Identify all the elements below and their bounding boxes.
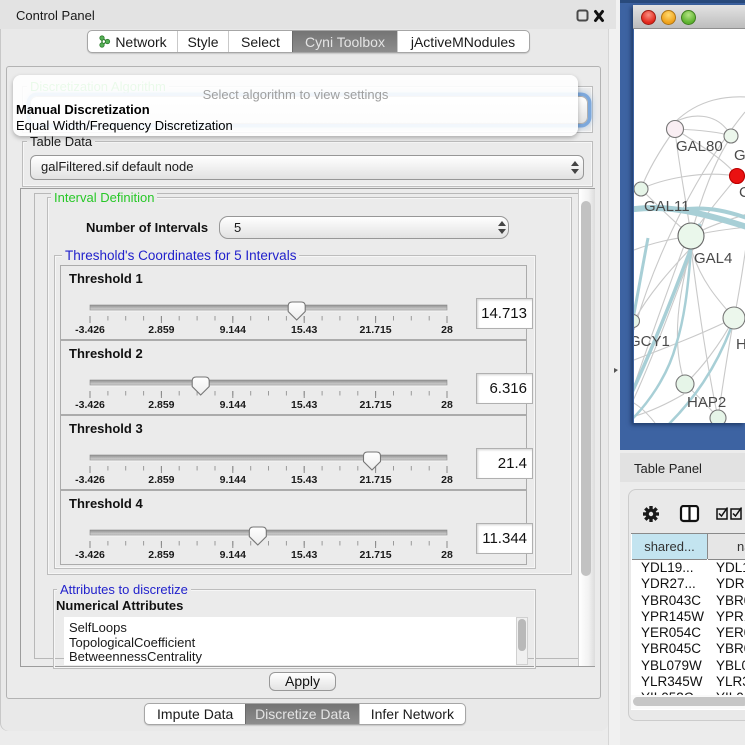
svg-text:2.859: 2.859 — [148, 549, 174, 561]
svg-text:9.144: 9.144 — [220, 549, 246, 561]
svg-text:H: H — [736, 336, 745, 353]
svg-text:2.859: 2.859 — [148, 474, 174, 486]
svg-text:28: 28 — [441, 549, 453, 561]
svg-text:2.859: 2.859 — [148, 399, 174, 411]
svg-text:28: 28 — [441, 324, 453, 336]
svg-text:9.144: 9.144 — [220, 474, 246, 486]
svg-text:21.715: 21.715 — [360, 549, 392, 561]
svg-text:28: 28 — [441, 474, 453, 486]
svg-text:C: C — [739, 184, 745, 201]
svg-text:GAL11: GAL11 — [644, 198, 690, 215]
svg-text:GAL80: GAL80 — [676, 138, 723, 155]
svg-text:GCY1: GCY1 — [634, 333, 670, 350]
svg-text:2.859: 2.859 — [148, 324, 174, 336]
svg-text:HAP2: HAP2 — [687, 394, 726, 411]
svg-text:28: 28 — [441, 399, 453, 411]
svg-text:-3.426: -3.426 — [75, 474, 105, 486]
svg-text:21.715: 21.715 — [360, 399, 392, 411]
svg-text:15.43: 15.43 — [291, 399, 317, 411]
svg-text:21.715: 21.715 — [360, 324, 392, 336]
svg-text:15.43: 15.43 — [291, 549, 317, 561]
svg-text:GAL4: GAL4 — [694, 250, 732, 267]
svg-text:-3.426: -3.426 — [75, 549, 105, 561]
svg-text:-3.426: -3.426 — [75, 399, 105, 411]
svg-text:21.715: 21.715 — [360, 474, 392, 486]
svg-text:-3.426: -3.426 — [75, 324, 105, 336]
svg-text:15.43: 15.43 — [291, 324, 317, 336]
svg-text:15.43: 15.43 — [291, 474, 317, 486]
svg-text:9.144: 9.144 — [220, 324, 246, 336]
svg-text:9.144: 9.144 — [220, 399, 246, 411]
svg-text:GA: GA — [734, 147, 745, 164]
